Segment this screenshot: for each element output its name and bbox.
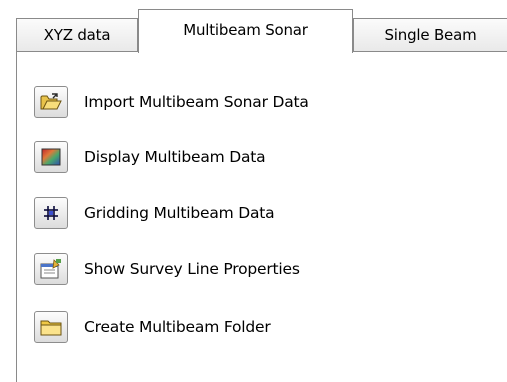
survey-line-properties-command[interactable]: Show Survey Line Properties: [34, 251, 300, 287]
create-multibeam-folder-command[interactable]: Create Multibeam Folder: [34, 309, 271, 345]
create-multibeam-folder-label: Create Multibeam Folder: [84, 318, 271, 336]
tab-single-beam-label: Single Beam: [384, 26, 477, 44]
tab-xyz-data-label: XYZ data: [43, 26, 111, 44]
selected-tab-joint: [139, 50, 352, 53]
gradient-display-icon: [41, 148, 61, 166]
import-multibeam-command[interactable]: Import Multibeam Sonar Data: [34, 84, 309, 120]
folder-icon: [40, 318, 62, 336]
survey-line-properties-button[interactable]: [34, 253, 68, 285]
properties-icon: [40, 259, 62, 279]
create-multibeam-folder-button[interactable]: [34, 311, 68, 343]
tab-multibeam-sonar[interactable]: Multibeam Sonar: [138, 9, 353, 53]
import-multibeam-button[interactable]: [34, 86, 68, 118]
gridding-multibeam-button[interactable]: [34, 197, 68, 229]
display-multibeam-label: Display Multibeam Data: [84, 148, 266, 166]
tab-xyz-data[interactable]: XYZ data: [16, 18, 138, 51]
gridding-multibeam-command[interactable]: Gridding Multibeam Data: [34, 195, 275, 231]
tab-single-beam[interactable]: Single Beam: [353, 18, 507, 51]
open-folder-icon: [40, 93, 62, 111]
grid-icon: [43, 205, 59, 221]
display-multibeam-button[interactable]: [34, 141, 68, 173]
display-multibeam-command[interactable]: Display Multibeam Data: [34, 139, 266, 175]
import-multibeam-label: Import Multibeam Sonar Data: [84, 93, 309, 111]
survey-line-properties-label: Show Survey Line Properties: [84, 260, 300, 278]
multibeam-panel-window: XYZ data Multibeam Sonar Single Beam Imp…: [0, 0, 507, 382]
gridding-multibeam-label: Gridding Multibeam Data: [84, 204, 275, 222]
tab-multibeam-sonar-label: Multibeam Sonar: [183, 20, 308, 39]
